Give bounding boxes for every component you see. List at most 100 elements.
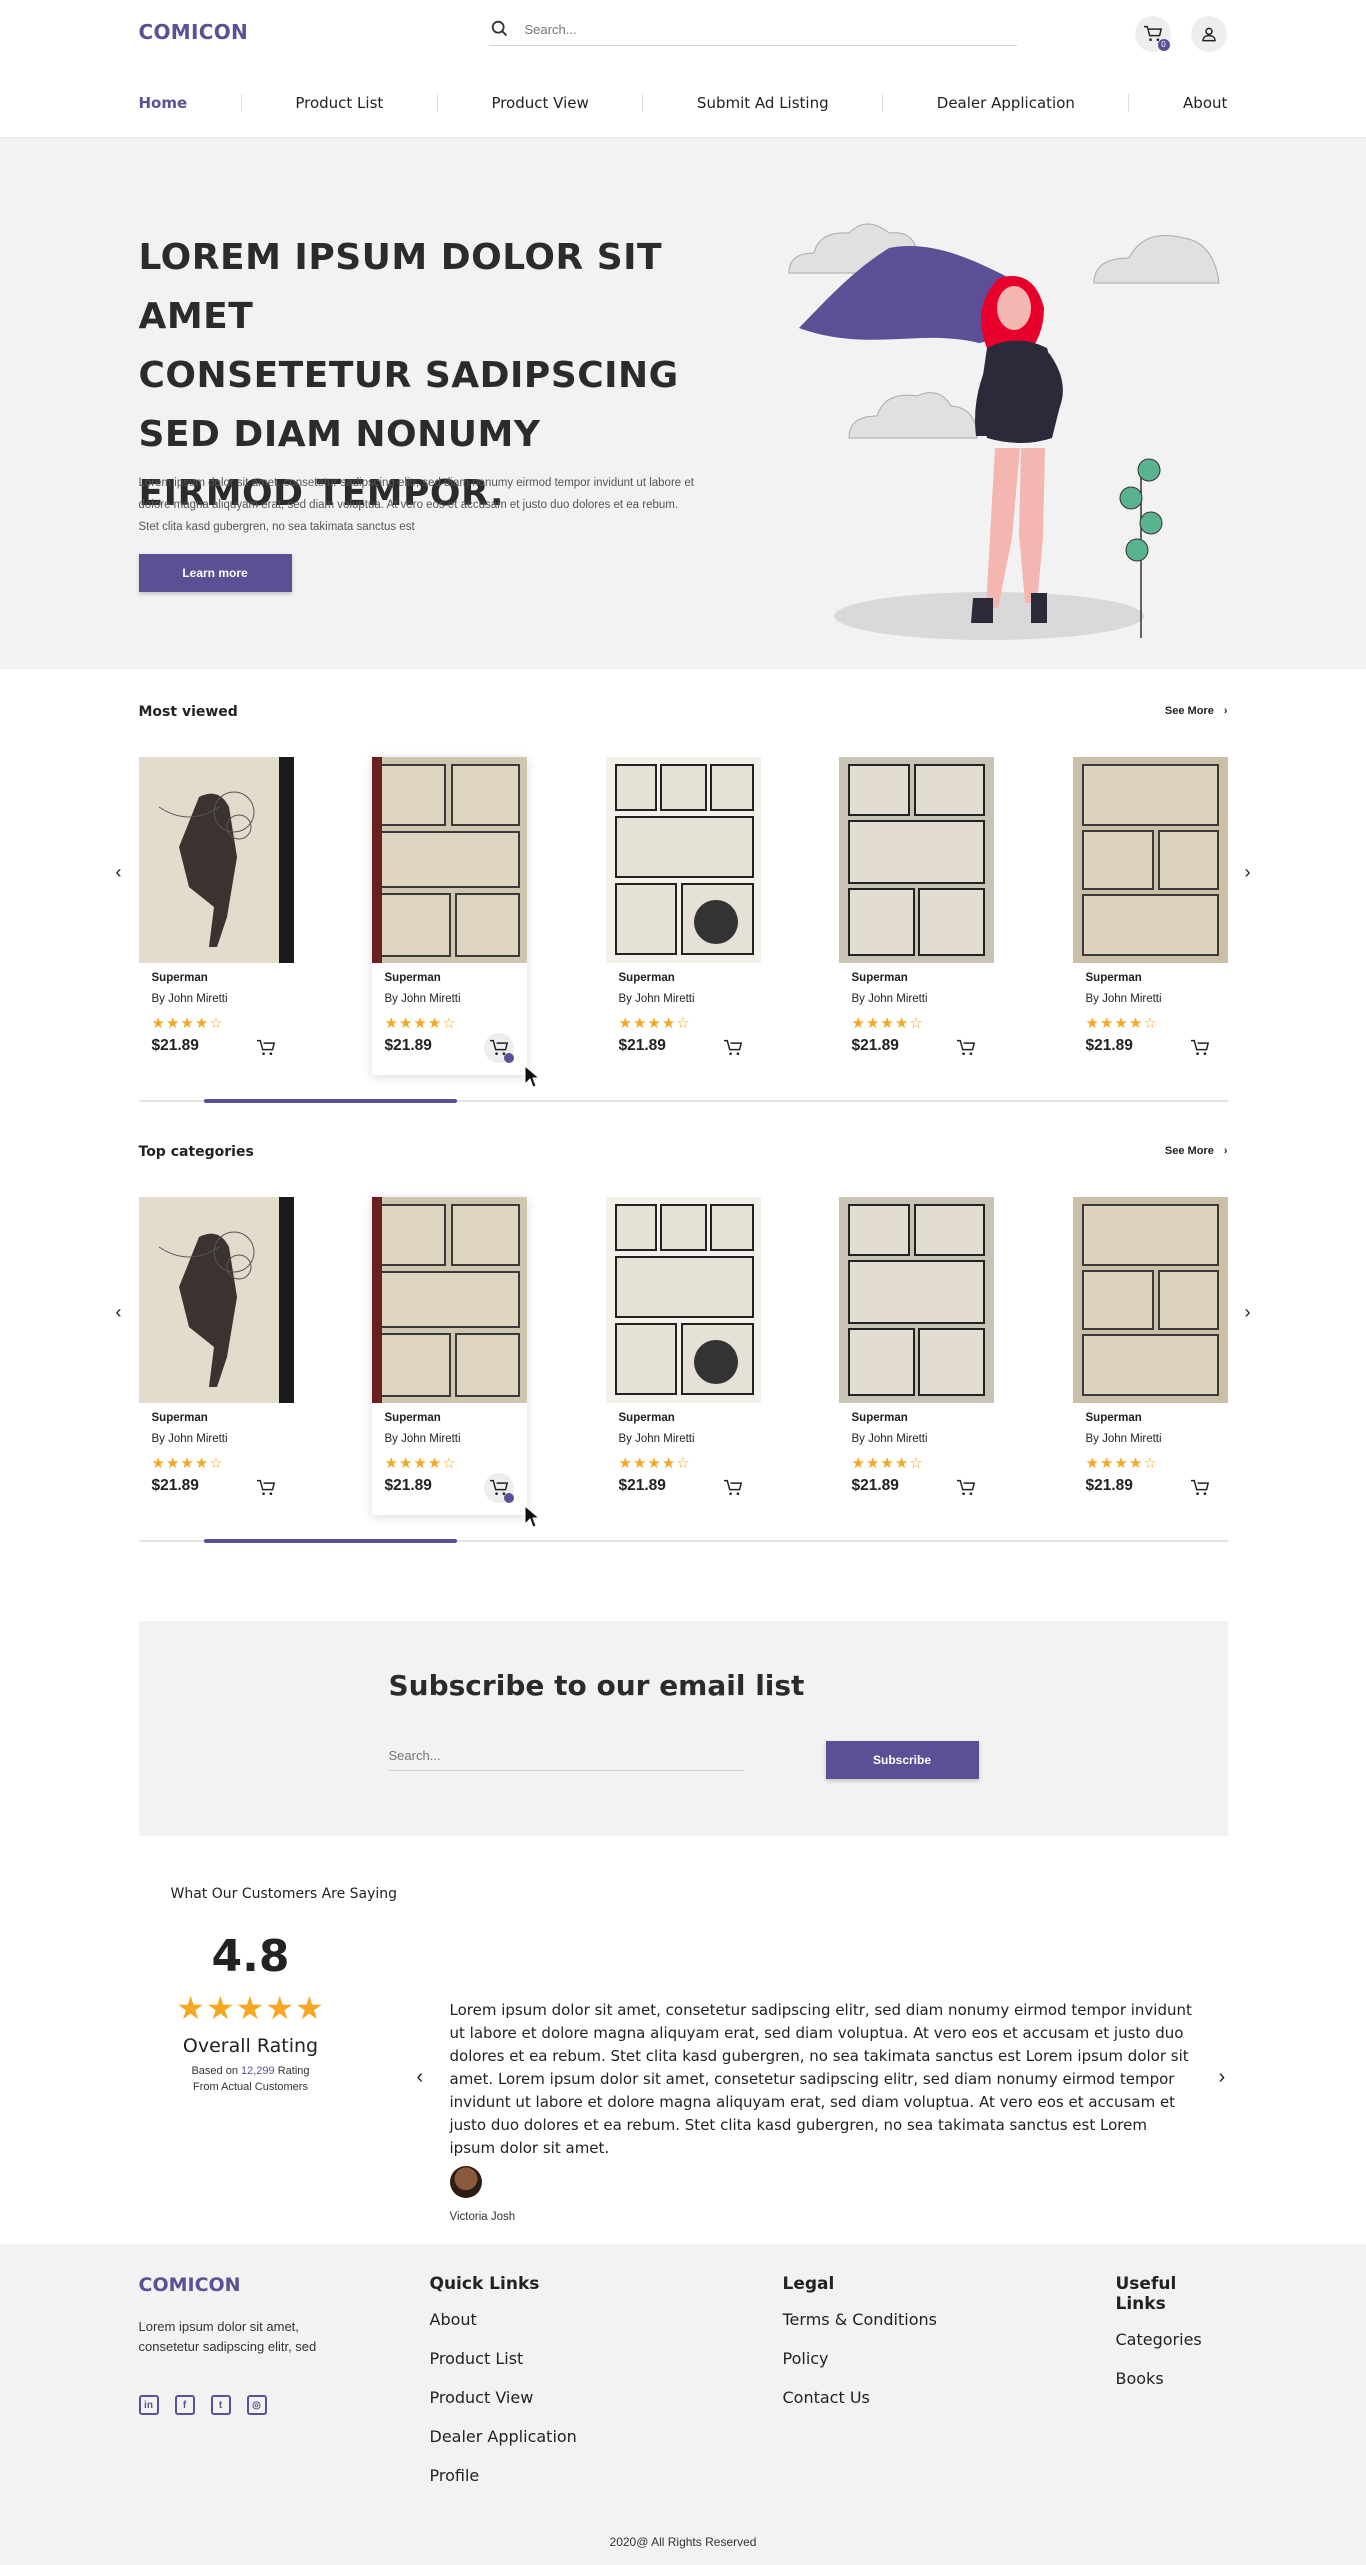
add-to-cart-button[interactable] [251,1473,281,1503]
footer-logo[interactable]: COMICON [139,2274,241,2296]
add-to-cart-button[interactable] [718,1473,748,1503]
footer-link-dealer-application[interactable]: Dealer Application [430,2427,577,2446]
product-image[interactable] [838,757,994,963]
carousel-next-button[interactable]: › [1238,1302,1258,1322]
scrollbar-thumb[interactable] [203,1099,457,1103]
product-image[interactable] [838,1197,994,1403]
product-image[interactable] [371,757,527,963]
product-card[interactable]: Superman By John Miretti ★★★★☆ $21.89 [605,757,761,1075]
search-input[interactable] [524,18,1005,40]
add-to-cart-button[interactable] [1185,1033,1215,1063]
add-to-cart-button[interactable] [1185,1473,1215,1503]
scrollbar-thumb[interactable] [203,1539,457,1543]
product-image[interactable] [1072,757,1228,963]
nav-home[interactable]: Home [139,94,188,112]
subscribe-email-input[interactable] [388,1741,744,1771]
twitter-icon[interactable]: t [210,2395,231,2415]
add-to-cart-button[interactable] [483,1033,514,1063]
product-card[interactable]: Superman By John Miretti ★★★★☆ $21.89 [838,1197,994,1515]
product-image[interactable] [605,757,761,963]
footer-link-terms[interactable]: Terms & Conditions [783,2310,937,2329]
footer-link-books[interactable]: Books [1116,2369,1228,2388]
add-to-cart-button[interactable] [951,1473,981,1503]
product-name[interactable]: Superman [385,1412,441,1424]
product-card[interactable]: Superman By John Miretti ★★★★☆ $21.89 [138,757,294,1075]
footer-link-product-list[interactable]: Product List [430,2349,577,2368]
product-image[interactable] [605,1197,761,1403]
product-card[interactable]: Superman By John Miretti ★★★★☆ $21.89 [1072,1197,1228,1515]
add-to-cart-button[interactable] [718,1033,748,1063]
testimonial-prev-button[interactable]: ‹ [417,2066,424,2089]
footer-link-policy[interactable]: Policy [783,2349,937,2368]
product-author: By John Miretti [851,993,928,1005]
product-name[interactable]: Superman [852,1412,908,1424]
product-name[interactable]: Superman [1086,972,1142,984]
see-more-link[interactable]: See More › [1165,1145,1228,1157]
subscribe-button[interactable]: Subscribe [825,1741,979,1779]
testimonial-quote: Lorem ipsum dolor sit amet, consetetur s… [449,2001,1192,2157]
user-icon [1201,27,1216,42]
carousel-scrollbar[interactable] [138,1515,1228,1567]
facebook-icon[interactable]: f [174,2395,195,2415]
testimonial-next-button[interactable]: › [1219,2066,1226,2089]
carousel-next-button[interactable]: › [1238,862,1258,882]
rating-basis: Based on 12,299 Rating From Actual Custo… [171,2063,331,2095]
nav-about[interactable]: About [1183,94,1227,112]
nav-product-view[interactable]: Product View [491,94,588,112]
product-name[interactable]: Superman [1086,1412,1142,1424]
product-image[interactable] [1072,1197,1228,1403]
carousel-prev-button[interactable]: ‹ [109,862,129,882]
overall-rating: 4.8 ★★★★★ Overall Rating Based on 12,299… [171,1931,331,2095]
learn-more-button[interactable]: Learn more [138,554,292,592]
search-icon[interactable] [489,18,511,40]
nav-dealer-application[interactable]: Dealer Application [937,94,1075,112]
footer-link-contact[interactable]: Contact Us [783,2388,937,2407]
footer-link-product-view[interactable]: Product View [430,2388,577,2407]
nav-divider [436,93,438,112]
add-to-cart-button[interactable] [951,1033,981,1063]
rating-count: 12,299 [241,2065,275,2077]
testimonial-author: Victoria Josh [449,2211,516,2223]
logo[interactable]: COMICON [139,20,249,44]
product-image[interactable] [138,757,294,963]
cart-button[interactable]: 0 [1134,16,1171,52]
product-card[interactable]: Superman By John Miretti ★★★★☆ $21.89 [1072,757,1228,1075]
hero-body: Lorem ipsum dolor sit amet, consetetur s… [138,477,694,533]
product-card[interactable]: Superman By John Miretti ★★★★☆ $21.89 [371,757,527,1075]
cart-badge: 0 [1157,39,1170,51]
product-name[interactable]: Superman [385,972,441,984]
product-name[interactable]: Superman [152,972,208,984]
product-name[interactable]: Superman [852,972,908,984]
product-card[interactable]: Superman By John Miretti ★★★★☆ $21.89 [371,1197,527,1515]
check-icon [503,1053,514,1063]
add-to-cart-button[interactable] [483,1473,514,1503]
footer-link-categories[interactable]: Categories [1116,2330,1228,2349]
product-price: $21.89 [618,1037,666,1054]
footer-link-about[interactable]: About [430,2310,577,2329]
account-button[interactable] [1190,16,1227,52]
cart-icon [956,1479,975,1496]
product-name[interactable]: Superman [152,1412,208,1424]
product-image[interactable] [138,1197,294,1403]
instagram-icon[interactable]: ◎ [246,2395,267,2415]
footer-link-profile[interactable]: Profile [430,2466,577,2485]
cart-icon [723,1479,742,1496]
nav-divider [240,93,242,112]
add-to-cart-button[interactable] [251,1033,281,1063]
linkedin-icon[interactable]: in [138,2395,159,2415]
product-price: $21.89 [851,1037,899,1054]
product-card[interactable]: Superman By John Miretti ★★★★☆ $21.89 [605,1197,761,1515]
product-card[interactable]: Superman By John Miretti ★★★★☆ $21.89 [838,757,994,1075]
rating-basis-line2: From Actual Customers [193,2081,308,2093]
nav-submit-ad-listing[interactable]: Submit Ad Listing [697,94,829,112]
product-name[interactable]: Superman [619,972,675,984]
product-card[interactable]: Superman By John Miretti ★★★★☆ $21.89 [138,1197,294,1515]
carousel-prev-button[interactable]: ‹ [109,1302,129,1322]
product-name[interactable]: Superman [619,1412,675,1424]
main-nav: Home Product List Product View Submit Ad… [139,68,1228,137]
product-image[interactable] [371,1197,527,1403]
product-price: $21.89 [1085,1477,1133,1494]
nav-product-list[interactable]: Product List [295,94,383,112]
carousel-scrollbar[interactable] [138,1075,1228,1127]
see-more-link[interactable]: See More › [1165,705,1228,717]
